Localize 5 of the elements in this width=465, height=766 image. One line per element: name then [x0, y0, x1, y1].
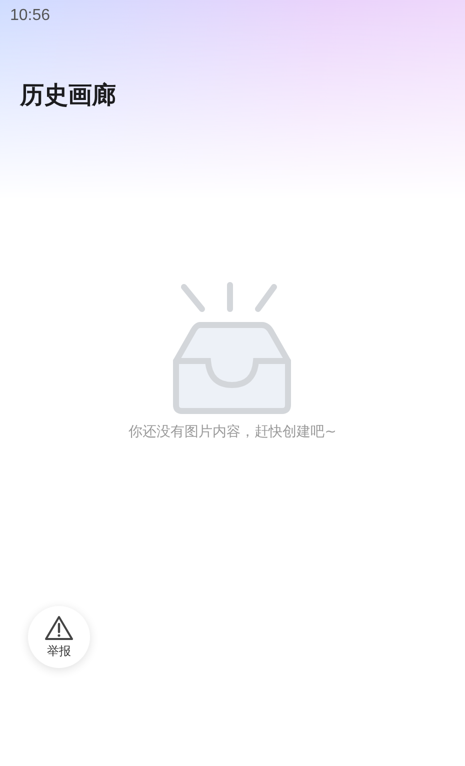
status-time: 10:56 — [10, 7, 50, 24]
page-title: 历史画廊 — [20, 80, 116, 111]
warning-icon — [44, 614, 74, 640]
empty-message: 你还没有图片内容，赶快创建吧~ — [128, 423, 336, 441]
report-button[interactable]: 举报 — [28, 606, 90, 668]
